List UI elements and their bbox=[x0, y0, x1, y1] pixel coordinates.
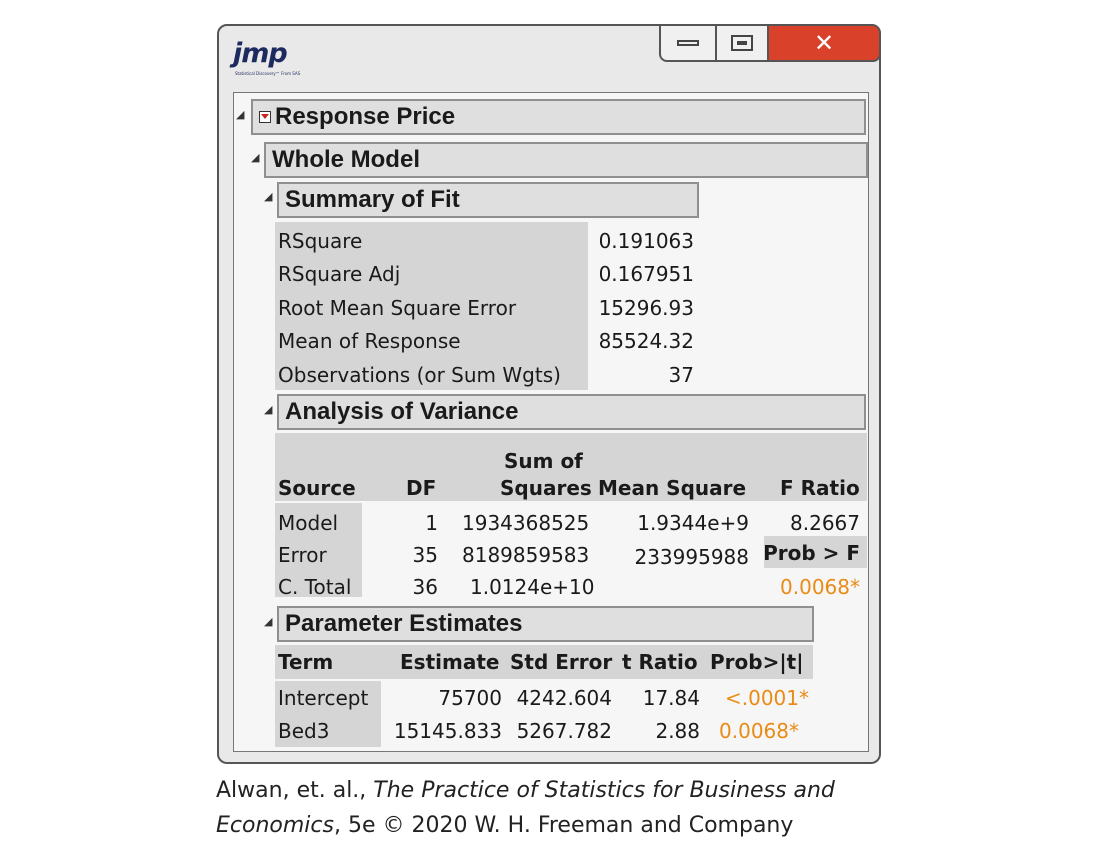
column-header-f: F Ratio bbox=[780, 476, 860, 500]
whole-model-title: Whole Model bbox=[272, 146, 420, 173]
anova-ss: 8189859583 bbox=[462, 543, 590, 567]
disclosure-triangle-icon[interactable]: ◢ bbox=[264, 403, 272, 416]
prob-f-label: Prob > F bbox=[763, 541, 860, 565]
disclosure-triangle-icon[interactable]: ◢ bbox=[264, 615, 272, 628]
column-header-t-ratio: t Ratio bbox=[622, 650, 698, 674]
pe-t-ratio: 17.84 bbox=[642, 686, 700, 710]
red-menu-triangle-icon[interactable] bbox=[259, 111, 271, 123]
summary-value: 85524.32 bbox=[598, 329, 694, 353]
pe-term: Intercept bbox=[278, 686, 369, 710]
summary-label: Observations (or Sum Wgts) bbox=[278, 363, 561, 387]
column-header-std-error: Std Error bbox=[510, 650, 613, 674]
prob-f-value: 0.0068* bbox=[780, 575, 860, 599]
anova-title: Analysis of Variance bbox=[285, 398, 519, 425]
summary-of-fit-header[interactable]: Summary of Fit bbox=[277, 182, 699, 218]
anova-header[interactable]: Analysis of Variance bbox=[277, 394, 866, 430]
minimize-button[interactable] bbox=[659, 24, 717, 62]
summary-label: RSquare Adj bbox=[278, 262, 401, 286]
maximize-icon bbox=[731, 35, 753, 51]
close-button[interactable]: ✕ bbox=[767, 24, 881, 62]
anova-f-ratio: 8.2667 bbox=[790, 511, 860, 535]
column-header-term: Term bbox=[278, 650, 334, 674]
column-header-ms: Mean Square bbox=[598, 476, 747, 500]
parameter-estimates-header[interactable]: Parameter Estimates bbox=[277, 606, 814, 642]
caption-book-title: The Practice of Statistics for Business … bbox=[373, 778, 835, 803]
jmp-window: jmp Statistical Discovery™ From SAS ✕ ◢ … bbox=[217, 24, 881, 764]
anova-ss: 1934368525 bbox=[462, 511, 590, 535]
summary-value: 37 bbox=[668, 363, 694, 387]
pe-std-error: 5267.782 bbox=[516, 719, 612, 743]
logo-text: jmp bbox=[233, 38, 288, 69]
column-header-prob-t: Prob>|t| bbox=[710, 650, 804, 674]
column-header-ss-line1: Sum of bbox=[504, 449, 583, 473]
response-price-header[interactable]: Response Price bbox=[251, 99, 866, 135]
summary-value: 0.167951 bbox=[598, 262, 694, 286]
pe-t-ratio: 2.88 bbox=[655, 719, 700, 743]
anova-ss: 1.0124e+10 bbox=[470, 575, 595, 599]
caption-copyright: , 5e © 2020 W. H. Freeman and Company bbox=[333, 813, 794, 838]
anova-source: Error bbox=[278, 543, 327, 567]
summary-label: Root Mean Square Error bbox=[278, 296, 517, 320]
response-title: Response Price bbox=[275, 103, 456, 130]
anova-ms: 233995988 bbox=[634, 545, 749, 569]
anova-source: C. Total bbox=[278, 575, 352, 599]
pe-prob-t: 0.0068* bbox=[719, 719, 799, 743]
whole-model-header[interactable]: Whole Model bbox=[264, 142, 868, 178]
anova-df: 1 bbox=[425, 511, 438, 535]
pe-std-error: 4242.604 bbox=[516, 686, 612, 710]
summary-value: 0.191063 bbox=[598, 229, 694, 253]
parameter-estimates-title: Parameter Estimates bbox=[285, 610, 523, 637]
logo-tagline: Statistical Discovery™ From SAS bbox=[235, 71, 301, 76]
disclosure-triangle-icon[interactable]: ◢ bbox=[236, 108, 244, 121]
column-header-df: DF bbox=[406, 476, 437, 500]
pe-estimate: 15145.833 bbox=[393, 719, 502, 743]
summary-of-fit-title: Summary of Fit bbox=[285, 186, 460, 213]
pe-estimate: 75700 bbox=[438, 686, 502, 710]
anova-source: Model bbox=[278, 511, 339, 535]
source-caption: Alwan, et. al., The Practice of Statisti… bbox=[216, 773, 835, 843]
caption-book-title-cont: Economics bbox=[216, 813, 334, 838]
close-icon: ✕ bbox=[813, 29, 835, 57]
column-header-source: Source bbox=[278, 476, 356, 500]
column-header-estimate: Estimate bbox=[400, 650, 500, 674]
summary-value: 15296.93 bbox=[598, 296, 694, 320]
disclosure-triangle-icon[interactable]: ◢ bbox=[251, 151, 259, 164]
anova-df: 36 bbox=[412, 575, 438, 599]
anova-ms: 1.9344e+9 bbox=[637, 511, 749, 535]
anova-df: 35 bbox=[412, 543, 438, 567]
disclosure-triangle-icon[interactable]: ◢ bbox=[264, 190, 272, 203]
summary-label: RSquare bbox=[278, 229, 363, 253]
column-header-ss-line2: Squares bbox=[500, 476, 592, 500]
report-pane: ◢ Response Price ◢ Whole Model ◢ Summary… bbox=[233, 92, 869, 752]
minimize-icon bbox=[677, 40, 699, 46]
pe-prob-t: <.0001* bbox=[724, 686, 809, 710]
pe-term: Bed3 bbox=[278, 719, 330, 743]
caption-authors: Alwan, et. al., bbox=[216, 778, 374, 803]
jmp-logo: jmp Statistical Discovery™ From SAS bbox=[233, 38, 300, 86]
summary-label: Mean of Response bbox=[278, 329, 461, 353]
maximize-button[interactable] bbox=[715, 24, 769, 62]
